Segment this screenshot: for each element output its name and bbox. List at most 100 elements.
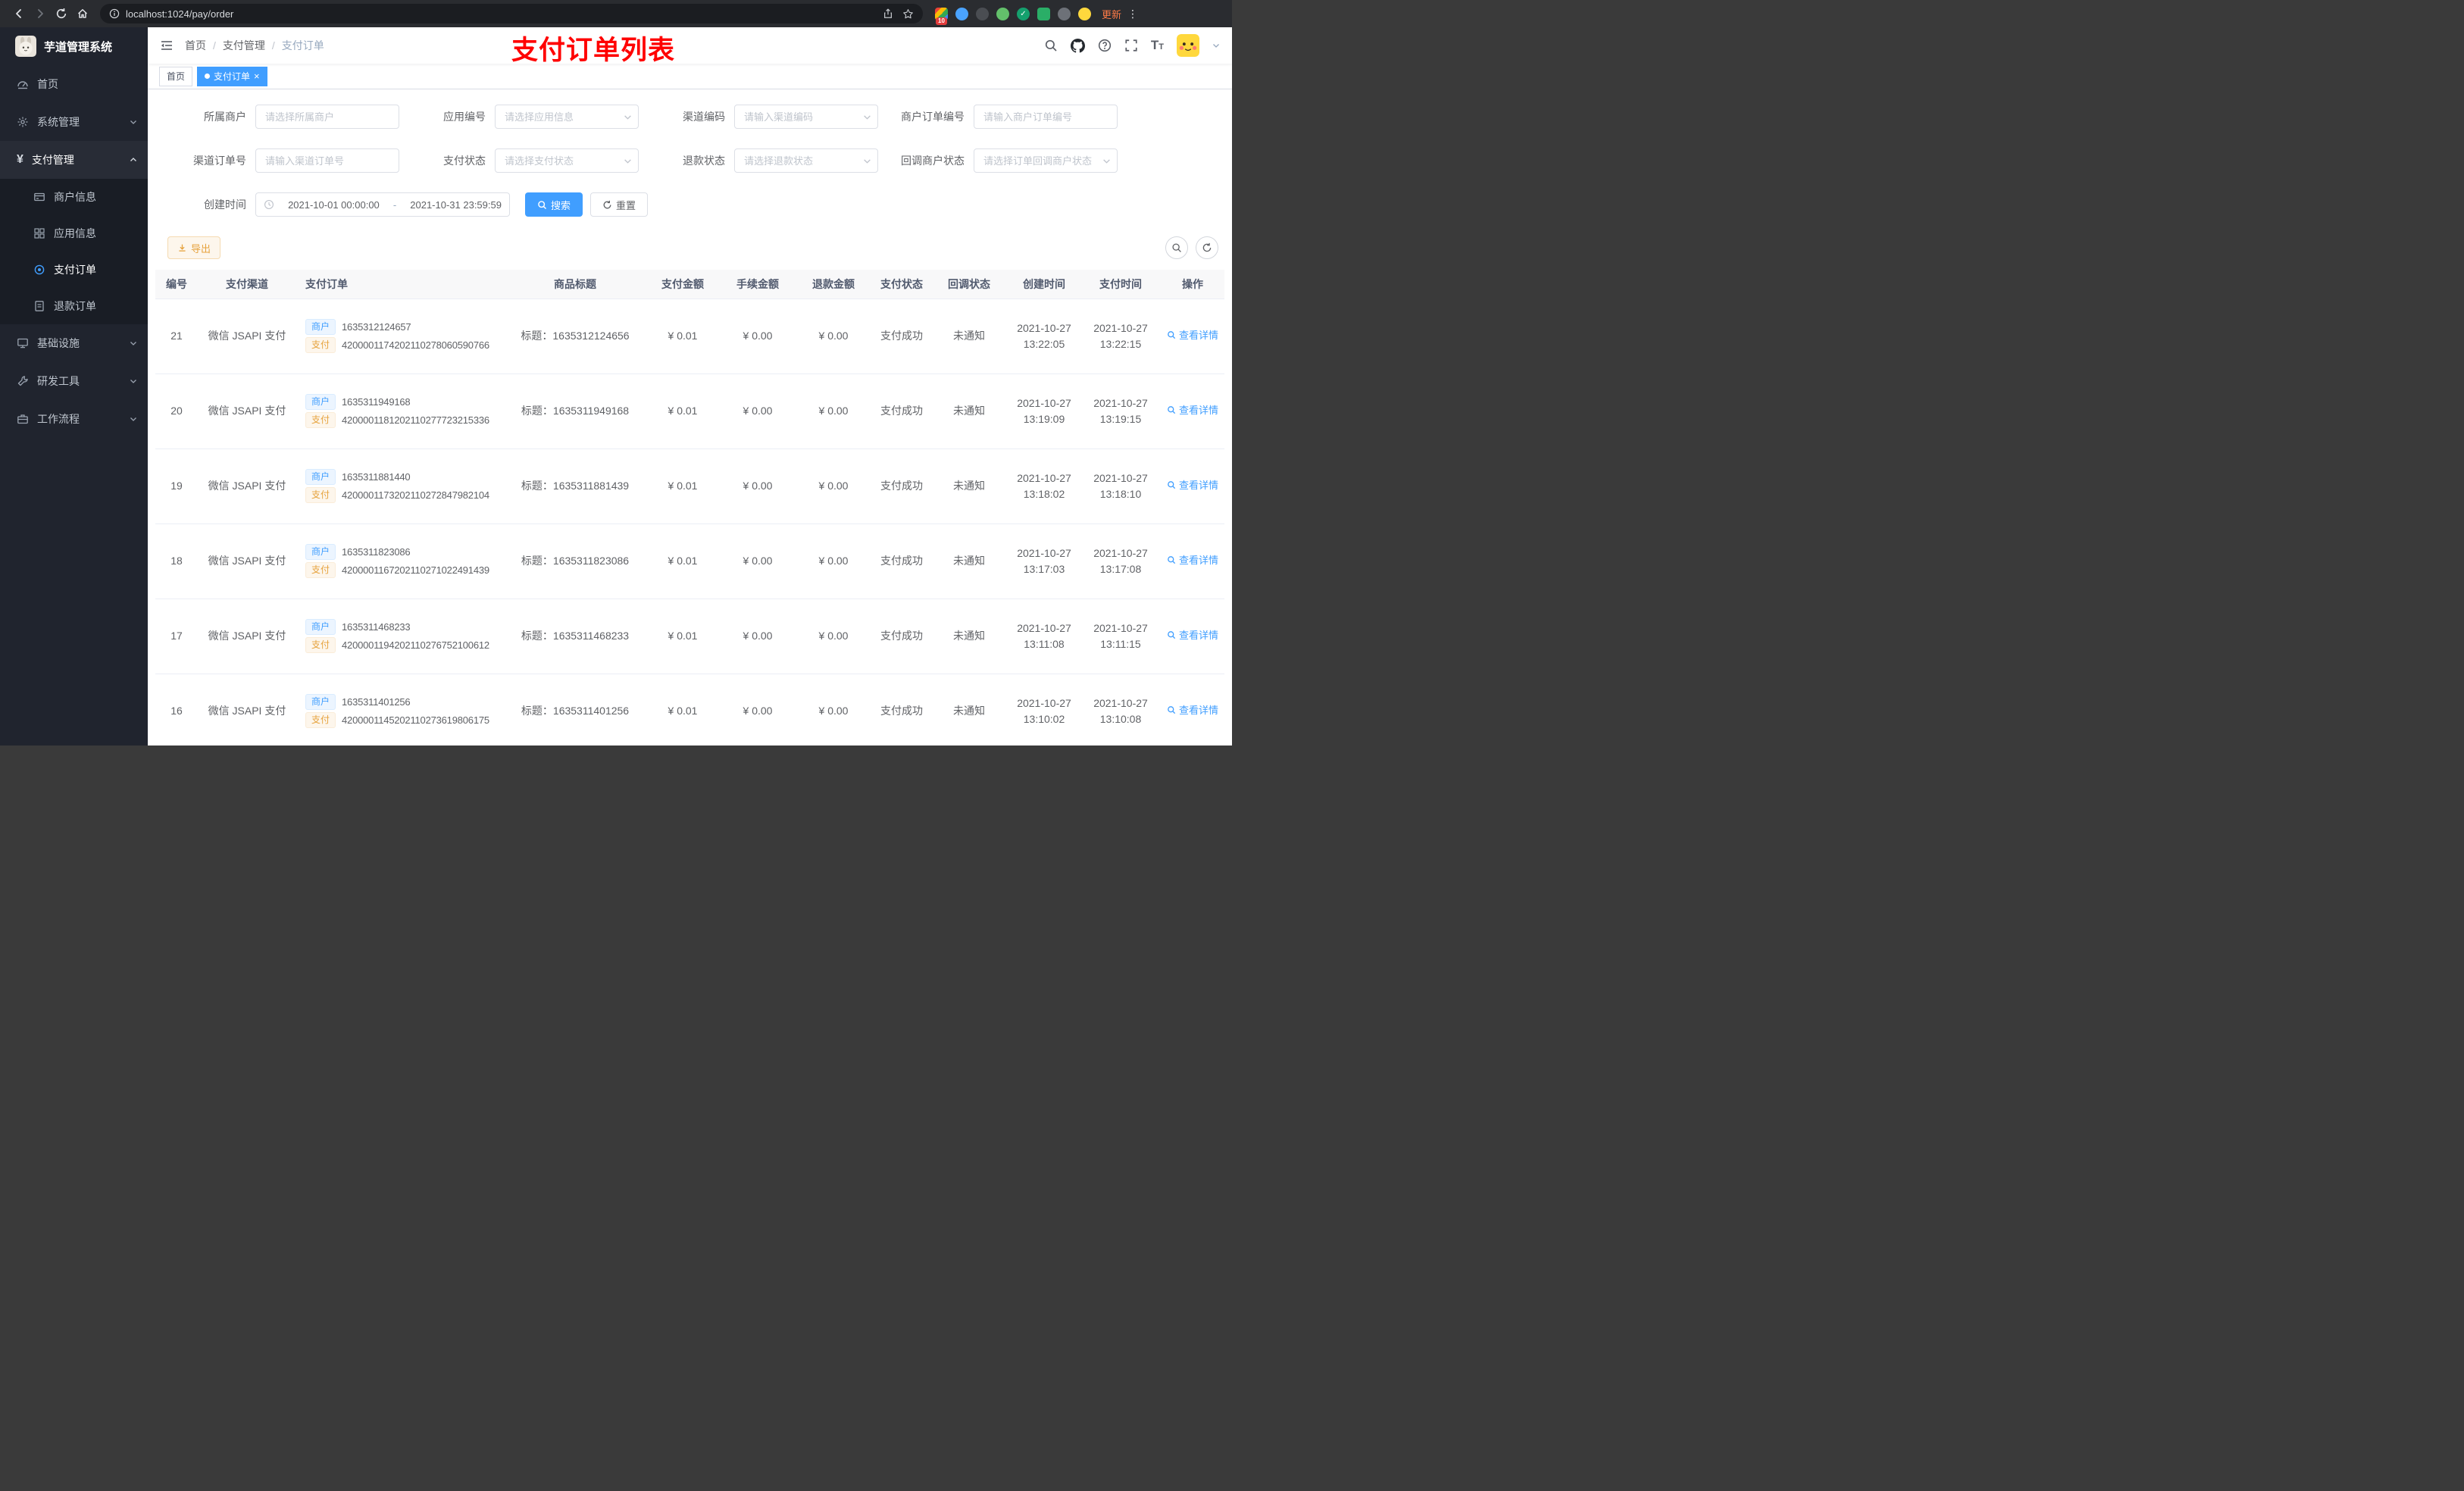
sidebar-item-workflow[interactable]: 工作流程 (0, 400, 148, 438)
notify-status-select[interactable] (974, 149, 1117, 172)
filter-merchant: 所属商户 (167, 105, 399, 129)
col-action: 操作 (1159, 270, 1224, 299)
merchant-order-no: 1635311401256 (342, 695, 411, 708)
sidebar-item-pay-order[interactable]: 支付订单 (0, 252, 148, 288)
view-detail-link[interactable]: 查看详情 (1167, 628, 1218, 643)
view-detail-link[interactable]: 查看详情 (1167, 478, 1218, 493)
logo-avatar (15, 36, 36, 57)
cell-pay-time: 2021-10-27 13:11:15 (1083, 599, 1159, 674)
cell-status: 支付成功 (871, 599, 933, 674)
channel-order-no-input[interactable] (256, 149, 399, 172)
user-avatar[interactable] (1177, 34, 1199, 57)
export-button[interactable]: 导出 (167, 236, 221, 259)
toggle-search-button[interactable] (1165, 236, 1188, 259)
refund-status-select[interactable] (735, 149, 877, 172)
reset-button[interactable]: 重置 (590, 192, 649, 217)
help-icon[interactable] (1098, 39, 1112, 52)
cell-fee: ¥ 0.00 (719, 524, 796, 599)
address-bar[interactable]: localhost:1024/pay/order (100, 4, 923, 23)
cell-order: 商户 1635312124657 支付 4200001174202110278060… (296, 299, 504, 374)
cell-id: 20 (155, 374, 198, 449)
date-range-picker[interactable]: 2021-10-01 00:00:00 - 2021-10-31 23:59:5… (255, 192, 510, 217)
view-detail-link[interactable]: 查看详情 (1167, 553, 1218, 568)
cell-create-time: 2021-10-27 13:19:09 (1005, 374, 1083, 449)
back-icon[interactable] (9, 4, 29, 23)
col-fee: 手续金额 (719, 270, 796, 299)
chevron-down-icon (130, 415, 137, 423)
bookmark-star-icon[interactable] (902, 8, 914, 20)
sidebar-item-infra[interactable]: 基础设施 (0, 324, 148, 362)
avatar-caret-icon[interactable] (1212, 42, 1220, 49)
site-info-icon[interactable] (109, 8, 120, 19)
close-tab-icon[interactable]: × (254, 71, 260, 81)
sidebar-item-home[interactable]: 首页 (0, 65, 148, 103)
extension-icon-dark[interactable] (976, 7, 989, 20)
tab-home[interactable]: 首页 (159, 66, 193, 86)
cell-id: 16 (155, 674, 198, 746)
cell-notify: 未通知 (933, 299, 1005, 374)
view-detail-link[interactable]: 查看详情 (1167, 403, 1218, 418)
cell-amount: ¥ 0.01 (646, 299, 719, 374)
sidebar: 芋道管理系统 首页 系统管理 ¥ 支付管理 商户信息 应用信息 支付订单 退款订… (0, 27, 148, 746)
browser-toolbar: localhost:1024/pay/order 10 ✓ 更新 ⋮ (0, 0, 1232, 27)
share-icon[interactable] (883, 8, 893, 19)
channel-code-select[interactable] (735, 105, 877, 128)
table-row: 18 微信 JSAPI 支付 商户 1635311823086 支付 4200001… (155, 524, 1224, 599)
cell-title: 标题：1635311401256 (504, 674, 646, 746)
download-icon (179, 244, 186, 252)
home-icon[interactable] (73, 4, 92, 23)
search-button[interactable]: 搜索 (525, 192, 583, 217)
sidebar-fold-icon[interactable] (160, 39, 174, 52)
sidebar-item-system[interactable]: 系统管理 (0, 103, 148, 141)
document-icon (35, 301, 44, 311)
reload-icon[interactable] (52, 4, 71, 23)
pay-order-no: 4200001174202110278060590766 (342, 339, 489, 351)
merchant-tag: 商户 (305, 319, 336, 335)
sidebar-item-merchant-info[interactable]: 商户信息 (0, 179, 148, 215)
font-size-icon[interactable]: TT (1151, 38, 1164, 53)
cell-id: 19 (155, 449, 198, 524)
pay-status-select[interactable] (496, 149, 638, 172)
extension-icon-green-square[interactable] (1037, 7, 1050, 20)
cell-refund: ¥ 0.00 (796, 599, 871, 674)
search-icon (1168, 331, 1176, 339)
tab-pay-order[interactable]: 支付订单 × (197, 66, 267, 86)
sidebar-item-payment[interactable]: ¥ 支付管理 (0, 141, 148, 179)
col-notify: 回调状态 (933, 270, 1005, 299)
breadcrumb-payment[interactable]: 支付管理 (223, 38, 265, 53)
browser-menu-icon[interactable]: ⋮ (1127, 8, 1138, 20)
cell-create-time: 2021-10-27 13:11:08 (1005, 599, 1083, 674)
extension-icon-green[interactable] (996, 7, 1009, 20)
refresh-table-button[interactable] (1196, 236, 1218, 259)
pay-order-no: 4200001145202110273619806175 (342, 714, 489, 726)
sidebar-item-dev-tools[interactable]: 研发工具 (0, 362, 148, 400)
merchant-order-no: 1635311468233 (342, 620, 411, 633)
filter-pay-status: 支付状态 (407, 148, 639, 173)
extension-icon-check[interactable]: ✓ (1017, 7, 1030, 20)
breadcrumb-home[interactable]: 首页 (185, 38, 206, 53)
extension-icon-colorful[interactable]: 10 (935, 7, 948, 25)
sidebar-item-app-info[interactable]: 应用信息 (0, 215, 148, 252)
view-detail-link[interactable]: 查看详情 (1167, 328, 1218, 343)
cell-action: 查看详情 (1159, 374, 1224, 449)
cell-order: 商户 1635311401256 支付 4200001145202110273619… (296, 674, 504, 746)
search-icon[interactable] (1044, 39, 1058, 52)
chrome-update-button[interactable]: 更新 (1102, 7, 1121, 21)
forward-icon[interactable] (30, 4, 50, 23)
merchant-input[interactable] (256, 105, 399, 128)
merchant-tag: 商户 (305, 469, 336, 485)
extension-icon-pin[interactable] (1058, 7, 1071, 20)
extension-icon-blue-drop[interactable] (955, 7, 968, 20)
cell-order: 商户 1635311468233 支付 4200001194202110276752… (296, 599, 504, 674)
github-icon[interactable] (1070, 38, 1085, 53)
app-select[interactable] (496, 105, 638, 128)
sidebar-item-refund-order[interactable]: 退款订单 (0, 288, 148, 324)
view-detail-link[interactable]: 查看详情 (1167, 703, 1218, 718)
profile-avatar-icon[interactable] (1078, 7, 1091, 20)
cell-pay-time: 2021-10-27 13:17:08 (1083, 524, 1159, 599)
cell-fee: ¥ 0.00 (719, 374, 796, 449)
merchant-order-no-input[interactable] (974, 105, 1117, 128)
fullscreen-icon[interactable] (1124, 39, 1138, 52)
chevron-down-icon (130, 377, 137, 385)
cell-amount: ¥ 0.01 (646, 449, 719, 524)
